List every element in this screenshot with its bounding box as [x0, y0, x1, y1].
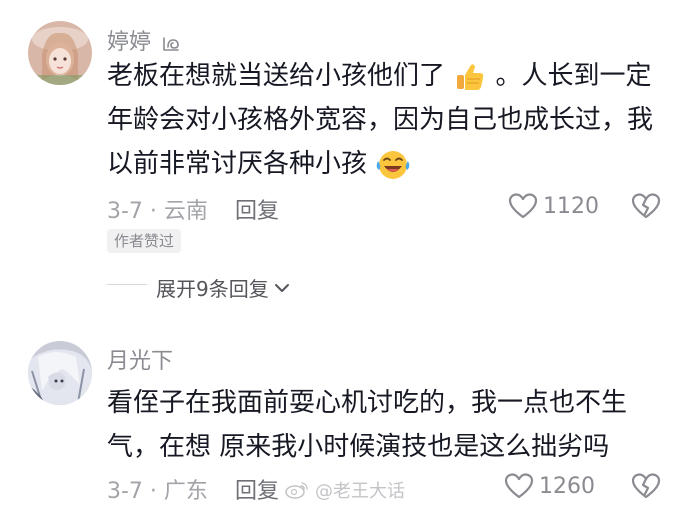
like-button[interactable]: 1260 [504, 472, 595, 500]
heart-outline-icon [504, 473, 534, 499]
heart-outline-icon [508, 193, 538, 219]
broken-heart-icon [631, 193, 661, 219]
avatar[interactable] [28, 341, 92, 405]
comment-date-location: 3-7 · 广东 [107, 479, 208, 504]
like-count: 1120 [543, 193, 599, 219]
username[interactable]: 月光下 [107, 343, 173, 375]
weibo-logo-icon [285, 482, 308, 499]
author-liked-badge: 作者赞过 [107, 229, 182, 253]
dislike-button[interactable] [631, 472, 661, 504]
comment-text: 看侄子在我面前耍心机讨吃的，我一点也不生 气，在想 原来我小时候演技也是这么拙劣… [107, 388, 628, 462]
broken-heart-icon [631, 473, 661, 499]
reply-button[interactable]: 回复 [235, 473, 279, 505]
like-button[interactable]: 1120 [508, 192, 599, 220]
chevron-down-icon [274, 283, 289, 292]
like-count: 1260 [539, 473, 595, 499]
watermark: @老王大话 [285, 477, 405, 503]
comment-text: 老板在想就当送给小孩他们了 。人长到一定 年龄会对小孩格外宽容，因为自己也成长过… [107, 54, 667, 186]
divider-line [107, 284, 147, 285]
username[interactable]: 婷婷 [107, 24, 182, 56]
thumbs-up-emoji [457, 63, 484, 90]
snail-icon [163, 37, 179, 51]
expand-replies-button[interactable]: 展开9条回复 [156, 273, 291, 302]
avatar[interactable] [28, 21, 92, 85]
reply-button[interactable]: 回复 [235, 193, 279, 225]
laughing-crying-emoji [376, 150, 410, 179]
comment-date-location: 3-7 · 云南 [107, 199, 208, 224]
dislike-button[interactable] [631, 192, 661, 224]
